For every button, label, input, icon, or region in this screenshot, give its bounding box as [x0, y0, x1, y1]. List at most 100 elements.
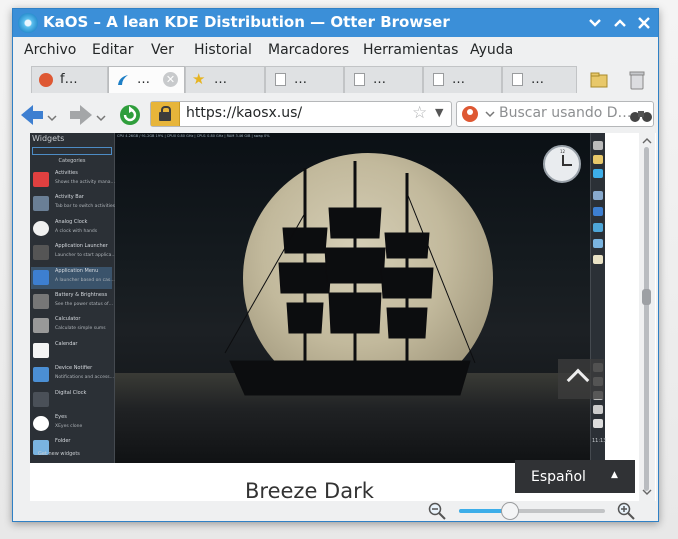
scroll-to-top-button[interactable] — [558, 359, 604, 399]
page-content: Widgets Categories Activities Shows the a… — [30, 133, 656, 501]
vertical-scrollbar[interactable] — [639, 133, 655, 501]
widget-item-name: Device Notifier — [55, 365, 93, 372]
forward-button[interactable] — [68, 103, 108, 127]
widget-item-name: Calculator — [55, 316, 81, 323]
tab-close-icon[interactable]: ✕ — [163, 72, 178, 87]
address-bar[interactable]: https://kaosx.us/ ☆ ▼ — [150, 101, 452, 127]
menu-ver[interactable]: Ver — [151, 42, 174, 58]
widget-item: Activities Shows the activity mana… — [31, 169, 115, 191]
widgets-panel: Widgets Categories Activities Shows the a… — [30, 133, 116, 463]
menu-bar: Archivo Editar Ver Historial Marcadores … — [13, 37, 658, 63]
menu-ayuda[interactable]: Ayuda — [470, 42, 513, 58]
page-icon — [354, 73, 365, 86]
panel-icon — [593, 239, 603, 248]
tab-3[interactable]: ★ … — [185, 66, 265, 93]
bookmark-star-icon[interactable]: ☆ — [412, 103, 427, 123]
back-button[interactable] — [19, 103, 59, 127]
close-icon — [638, 17, 650, 29]
scrollbar-thumb[interactable] — [642, 289, 651, 305]
close-button[interactable] — [634, 13, 654, 33]
widget-item: Battery & Brightness See the power status… — [31, 291, 114, 313]
chevron-down-icon — [589, 19, 601, 27]
panel-icon — [593, 255, 603, 264]
maximize-button[interactable] — [610, 13, 630, 33]
widget-item-name: Folder — [55, 438, 71, 445]
section-heading: Breeze Dark — [245, 479, 374, 501]
trash-icon — [629, 71, 645, 90]
widget-item-name: Application Launcher — [55, 243, 108, 250]
widget-item: Activity Bar Tab bar to switch activities — [31, 193, 115, 215]
desktop-side-panel: 11:13 — [590, 133, 606, 463]
tab-label: … — [373, 72, 386, 87]
panel-icon — [593, 419, 603, 428]
get-new-widgets: Get new widgets — [38, 451, 80, 457]
scroll-up-icon[interactable] — [642, 137, 652, 144]
chevron-up-icon — [566, 368, 590, 392]
menu-historial[interactable]: Historial — [194, 42, 252, 58]
browser-window: KaOS – A lean KDE Distribution — Otter B… — [12, 8, 659, 522]
widget-item-desc: See the power status of… — [55, 302, 114, 307]
menu-editar[interactable]: Editar — [92, 42, 133, 58]
chevron-up-icon — [614, 19, 626, 27]
zoom-out-icon[interactable] — [427, 501, 447, 521]
widgets-title: Widgets — [32, 134, 65, 143]
search-field[interactable]: Buscar usando D… — [456, 101, 654, 127]
tab-6[interactable]: … — [423, 66, 502, 93]
widget-item-desc: XEyes clone — [55, 424, 83, 429]
otter-browser-icon — [18, 13, 38, 33]
scroll-down-icon[interactable] — [642, 489, 652, 496]
tab-label: … — [294, 72, 307, 87]
lock-icon[interactable] — [151, 102, 180, 126]
menu-marcadores[interactable]: Marcadores — [268, 42, 349, 58]
tab-label: … — [214, 72, 227, 87]
menu-herramientas[interactable]: Herramientas — [363, 42, 458, 58]
widget-item-desc: Launcher to start applica… — [55, 253, 116, 259]
duckduckgo-icon — [39, 73, 53, 87]
url-dropdown-icon[interactable]: ▼ — [435, 106, 443, 119]
scrollbar-track — [644, 147, 649, 491]
tab-4[interactable]: … — [265, 66, 344, 93]
zoom-in-icon[interactable] — [616, 501, 636, 521]
analog-clock-widget: 12 — [543, 145, 581, 183]
page-icon — [275, 73, 286, 86]
language-label: Español — [531, 469, 586, 485]
tab-label: … — [452, 72, 465, 87]
url-text[interactable]: https://kaosx.us/ — [186, 105, 302, 121]
forward-arrow-icon — [70, 105, 106, 125]
panel-folder-icon — [593, 155, 603, 164]
page-icon — [512, 73, 523, 86]
language-selector[interactable]: Español ▲ — [515, 460, 635, 493]
reload-icon — [120, 105, 140, 125]
menu-archivo[interactable]: Archivo — [24, 42, 76, 58]
widget-item-icon — [33, 172, 49, 187]
trash-button[interactable] — [626, 69, 648, 91]
window-title: KaOS – A lean KDE Distribution — Otter B… — [43, 13, 450, 31]
tab-bar: f… … ✕ ★ … … … … … — [13, 63, 658, 95]
back-arrow-icon — [21, 105, 57, 125]
tab-1[interactable]: f… — [31, 66, 108, 93]
widget-item-desc: Notifications and access… — [55, 375, 115, 381]
search-engine-duckduckgo-icon[interactable] — [460, 104, 496, 124]
panel-icon — [593, 223, 603, 232]
widget-item: Digital Clock — [31, 389, 112, 411]
reload-button[interactable] — [118, 103, 142, 127]
new-tab-button[interactable] — [588, 69, 610, 91]
widget-item-name: Activity Bar — [55, 194, 84, 201]
tab-label: f… — [60, 72, 78, 87]
tab-2[interactable]: … ✕ — [108, 66, 185, 93]
binoculars-button[interactable] — [629, 106, 653, 130]
zoom-slider-handle[interactable] — [501, 502, 520, 520]
minimize-button[interactable] — [585, 13, 605, 33]
widget-item-icon — [33, 367, 49, 383]
status-bar — [13, 501, 658, 521]
tab-5[interactable]: … — [344, 66, 423, 93]
widget-item-name: Eyes — [55, 414, 67, 420]
search-placeholder: Buscar usando D… — [499, 105, 632, 121]
widget-item-icon — [33, 269, 49, 285]
title-bar[interactable]: KaOS – A lean KDE Distribution — Otter B… — [13, 9, 658, 37]
tab-7[interactable]: … — [502, 66, 577, 93]
binoculars-icon — [630, 111, 652, 122]
widget-item: Calculator Calculate simple sums — [31, 315, 112, 337]
widget-item-name: Analog Clock — [55, 218, 88, 225]
widget-item-icon — [33, 391, 49, 407]
